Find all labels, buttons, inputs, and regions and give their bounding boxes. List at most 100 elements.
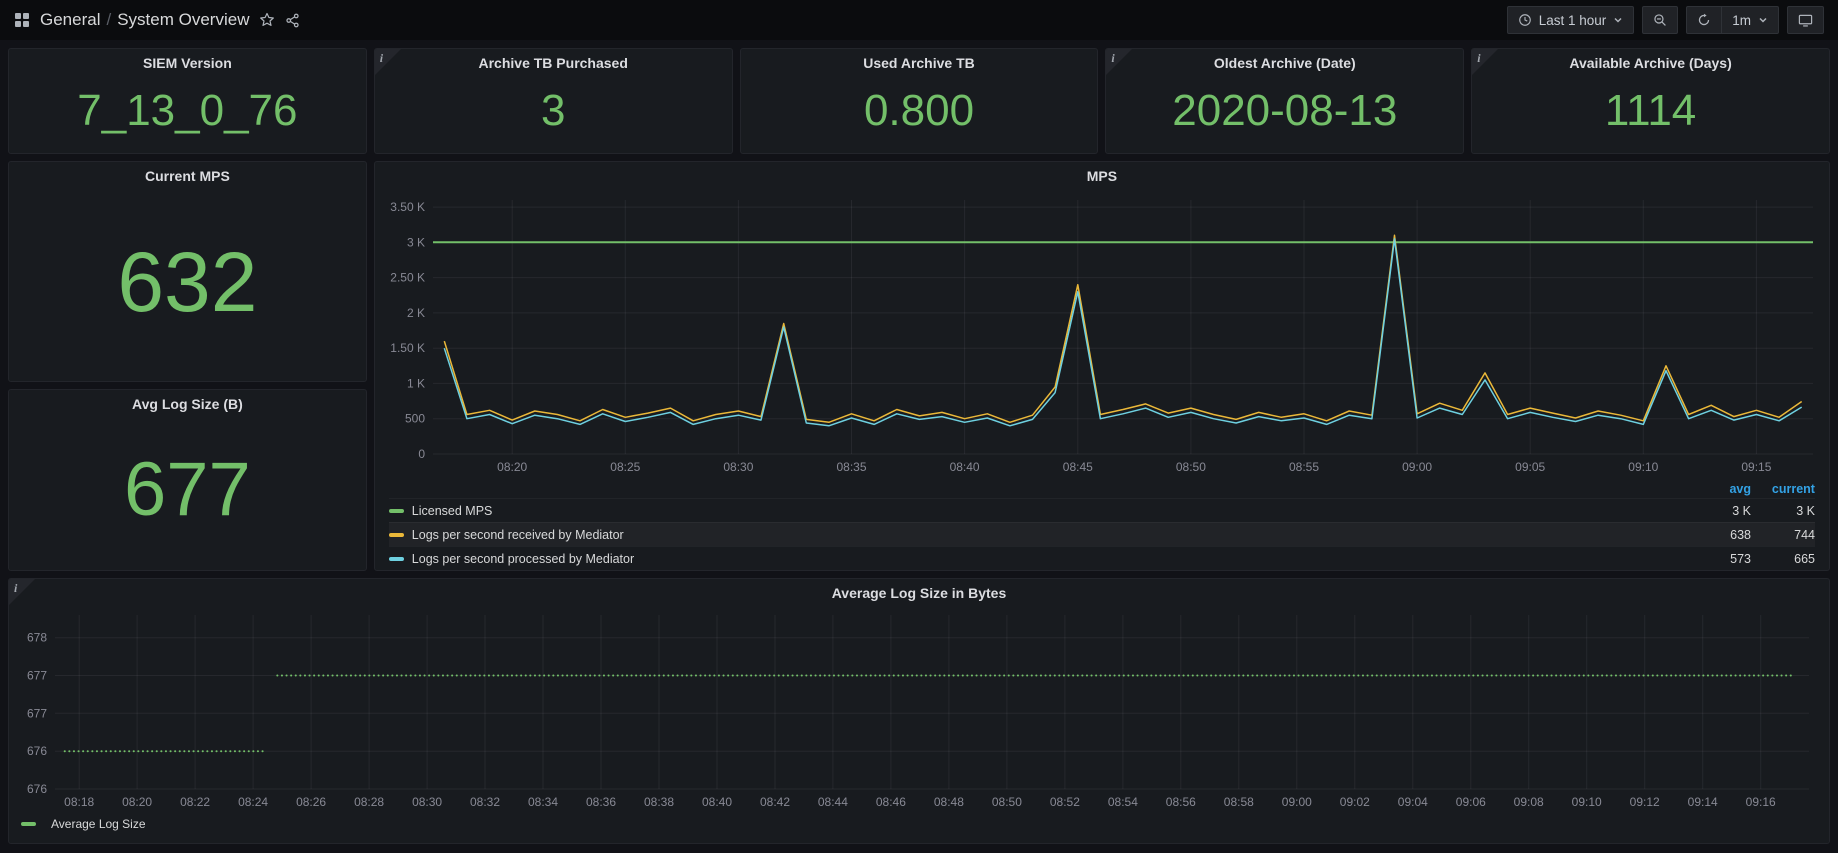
series-label: Logs per second processed by Mediator xyxy=(412,552,1695,566)
svg-text:08:25: 08:25 xyxy=(610,460,640,474)
legend-row-received[interactable]: Logs per second received by Mediator 638… xyxy=(389,522,1815,546)
mps-time-series-chart[interactable]: 05001 K1.50 K2 K2.50 K3 K3.50 K08:2008:2… xyxy=(375,190,1827,480)
svg-text:08:34: 08:34 xyxy=(528,795,558,809)
svg-text:08:46: 08:46 xyxy=(876,795,906,809)
refresh-interval-label: 1m xyxy=(1732,13,1751,28)
panel-title[interactable]: SIEM Version xyxy=(9,49,366,77)
navbar: General / System Overview Last 1 hour xyxy=(0,0,1838,40)
series-color-marker xyxy=(389,557,404,561)
time-range-picker[interactable]: Last 1 hour xyxy=(1507,6,1635,34)
svg-text:3.50 K: 3.50 K xyxy=(390,200,425,214)
svg-text:08:44: 08:44 xyxy=(818,795,848,809)
svg-text:09:14: 09:14 xyxy=(1688,795,1718,809)
panel-title[interactable]: Used Archive TB xyxy=(741,49,1098,77)
svg-text:08:30: 08:30 xyxy=(723,460,753,474)
svg-text:0: 0 xyxy=(418,447,425,461)
svg-text:677: 677 xyxy=(27,669,47,683)
stat-value: 677 xyxy=(9,418,366,570)
panel-siem-version: SIEM Version 7_13_0_76 xyxy=(8,48,367,154)
svg-text:08:52: 08:52 xyxy=(1050,795,1080,809)
mps-legend: avg current Licensed MPS 3 K 3 K Logs pe… xyxy=(375,480,1829,571)
svg-text:676: 676 xyxy=(27,782,47,796)
svg-text:1 K: 1 K xyxy=(407,376,425,390)
panel-available-archive-days: i Available Archive (Days) 1114 xyxy=(1471,48,1830,154)
panel-info-icon[interactable]: i xyxy=(1472,49,1498,75)
svg-text:08:18: 08:18 xyxy=(64,795,94,809)
series-current-value: 744 xyxy=(1751,528,1815,542)
svg-text:09:02: 09:02 xyxy=(1340,795,1370,809)
svg-text:1.50 K: 1.50 K xyxy=(390,341,425,355)
svg-text:08:35: 08:35 xyxy=(836,460,866,474)
dashboards-grid-icon[interactable] xyxy=(14,12,30,28)
legend-sort-current[interactable]: current xyxy=(1751,482,1815,496)
refresh-interval-picker[interactable]: 1m xyxy=(1722,6,1779,34)
series-avg-value: 638 xyxy=(1695,528,1751,542)
panel-info-icon[interactable]: i xyxy=(375,49,401,75)
breadcrumb-folder[interactable]: General xyxy=(40,10,100,30)
svg-text:09:00: 09:00 xyxy=(1282,795,1312,809)
svg-text:08:56: 08:56 xyxy=(1166,795,1196,809)
svg-text:08:30: 08:30 xyxy=(412,795,442,809)
panel-title[interactable]: Archive TB Purchased xyxy=(375,49,732,77)
legend-row-processed[interactable]: Logs per second processed by Mediator 57… xyxy=(389,546,1815,570)
svg-text:08:28: 08:28 xyxy=(354,795,384,809)
panel-title[interactable]: Available Archive (Days) xyxy=(1472,49,1829,77)
series-color-marker xyxy=(21,822,36,826)
svg-text:08:24: 08:24 xyxy=(238,795,268,809)
legend-sort-avg[interactable]: avg xyxy=(1695,482,1751,496)
chevron-down-icon xyxy=(1758,15,1768,25)
svg-text:08:45: 08:45 xyxy=(1063,460,1093,474)
svg-text:08:36: 08:36 xyxy=(586,795,616,809)
svg-text:08:40: 08:40 xyxy=(702,795,732,809)
svg-text:08:54: 08:54 xyxy=(1108,795,1138,809)
legend-row-licensed-mps[interactable]: Licensed MPS 3 K 3 K xyxy=(389,498,1815,522)
log-size-legend-item[interactable]: Average Log Size xyxy=(9,815,1829,837)
svg-text:08:40: 08:40 xyxy=(949,460,979,474)
stat-value: 2020-08-13 xyxy=(1106,77,1463,153)
panel-oldest-archive-date: i Oldest Archive (Date) 2020-08-13 xyxy=(1105,48,1464,154)
refresh-button[interactable] xyxy=(1686,6,1722,34)
series-color-marker xyxy=(389,533,404,537)
panel-title[interactable]: Current MPS xyxy=(9,162,366,190)
panel-info-icon[interactable]: i xyxy=(9,579,35,605)
series-current-value: 665 xyxy=(1751,552,1815,566)
svg-text:09:10: 09:10 xyxy=(1572,795,1602,809)
svg-text:676: 676 xyxy=(27,744,47,758)
svg-text:08:26: 08:26 xyxy=(296,795,326,809)
breadcrumb-separator: / xyxy=(106,10,111,30)
zoom-out-icon xyxy=(1653,13,1667,27)
series-label: Licensed MPS xyxy=(412,504,1695,518)
panel-average-log-size-chart: i Average Log Size in Bytes 678677677676… xyxy=(8,578,1830,844)
share-icon[interactable] xyxy=(285,13,300,28)
breadcrumb: General / System Overview xyxy=(40,10,249,30)
series-avg-value: 573 xyxy=(1695,552,1751,566)
clock-icon xyxy=(1518,13,1532,27)
svg-text:09:16: 09:16 xyxy=(1746,795,1776,809)
svg-text:678: 678 xyxy=(27,631,47,645)
tv-mode-button[interactable] xyxy=(1787,6,1824,34)
panel-title[interactable]: Avg Log Size (B) xyxy=(9,390,366,418)
svg-text:08:20: 08:20 xyxy=(122,795,152,809)
star-icon[interactable] xyxy=(259,12,275,28)
log-size-time-series-chart[interactable]: 67867767767667608:1808:2008:2208:2408:26… xyxy=(9,607,1825,815)
svg-text:09:12: 09:12 xyxy=(1630,795,1660,809)
panel-title[interactable]: Oldest Archive (Date) xyxy=(1106,49,1463,77)
panel-title[interactable]: Average Log Size in Bytes xyxy=(9,579,1829,607)
svg-text:08:50: 08:50 xyxy=(992,795,1022,809)
svg-text:09:06: 09:06 xyxy=(1456,795,1486,809)
svg-text:3 K: 3 K xyxy=(407,235,425,249)
breadcrumb-dashboard[interactable]: System Overview xyxy=(117,10,249,30)
svg-text:09:05: 09:05 xyxy=(1515,460,1545,474)
refresh-icon xyxy=(1697,13,1711,27)
panel-info-icon[interactable]: i xyxy=(1106,49,1132,75)
stat-value: 1114 xyxy=(1472,77,1829,153)
panel-used-archive-tb: Used Archive TB 0.800 xyxy=(740,48,1099,154)
zoom-out-button[interactable] xyxy=(1642,6,1678,34)
series-label: Logs per second received by Mediator xyxy=(412,528,1695,542)
legend-header: avg current xyxy=(389,480,1815,498)
panel-title[interactable]: MPS xyxy=(375,162,1829,190)
series-color-marker xyxy=(389,509,404,513)
svg-text:08:55: 08:55 xyxy=(1289,460,1319,474)
panel-avg-log-size: Avg Log Size (B) 677 xyxy=(8,389,367,571)
panel-mps-chart: MPS 05001 K1.50 K2 K2.50 K3 K3.50 K08:20… xyxy=(374,161,1830,571)
